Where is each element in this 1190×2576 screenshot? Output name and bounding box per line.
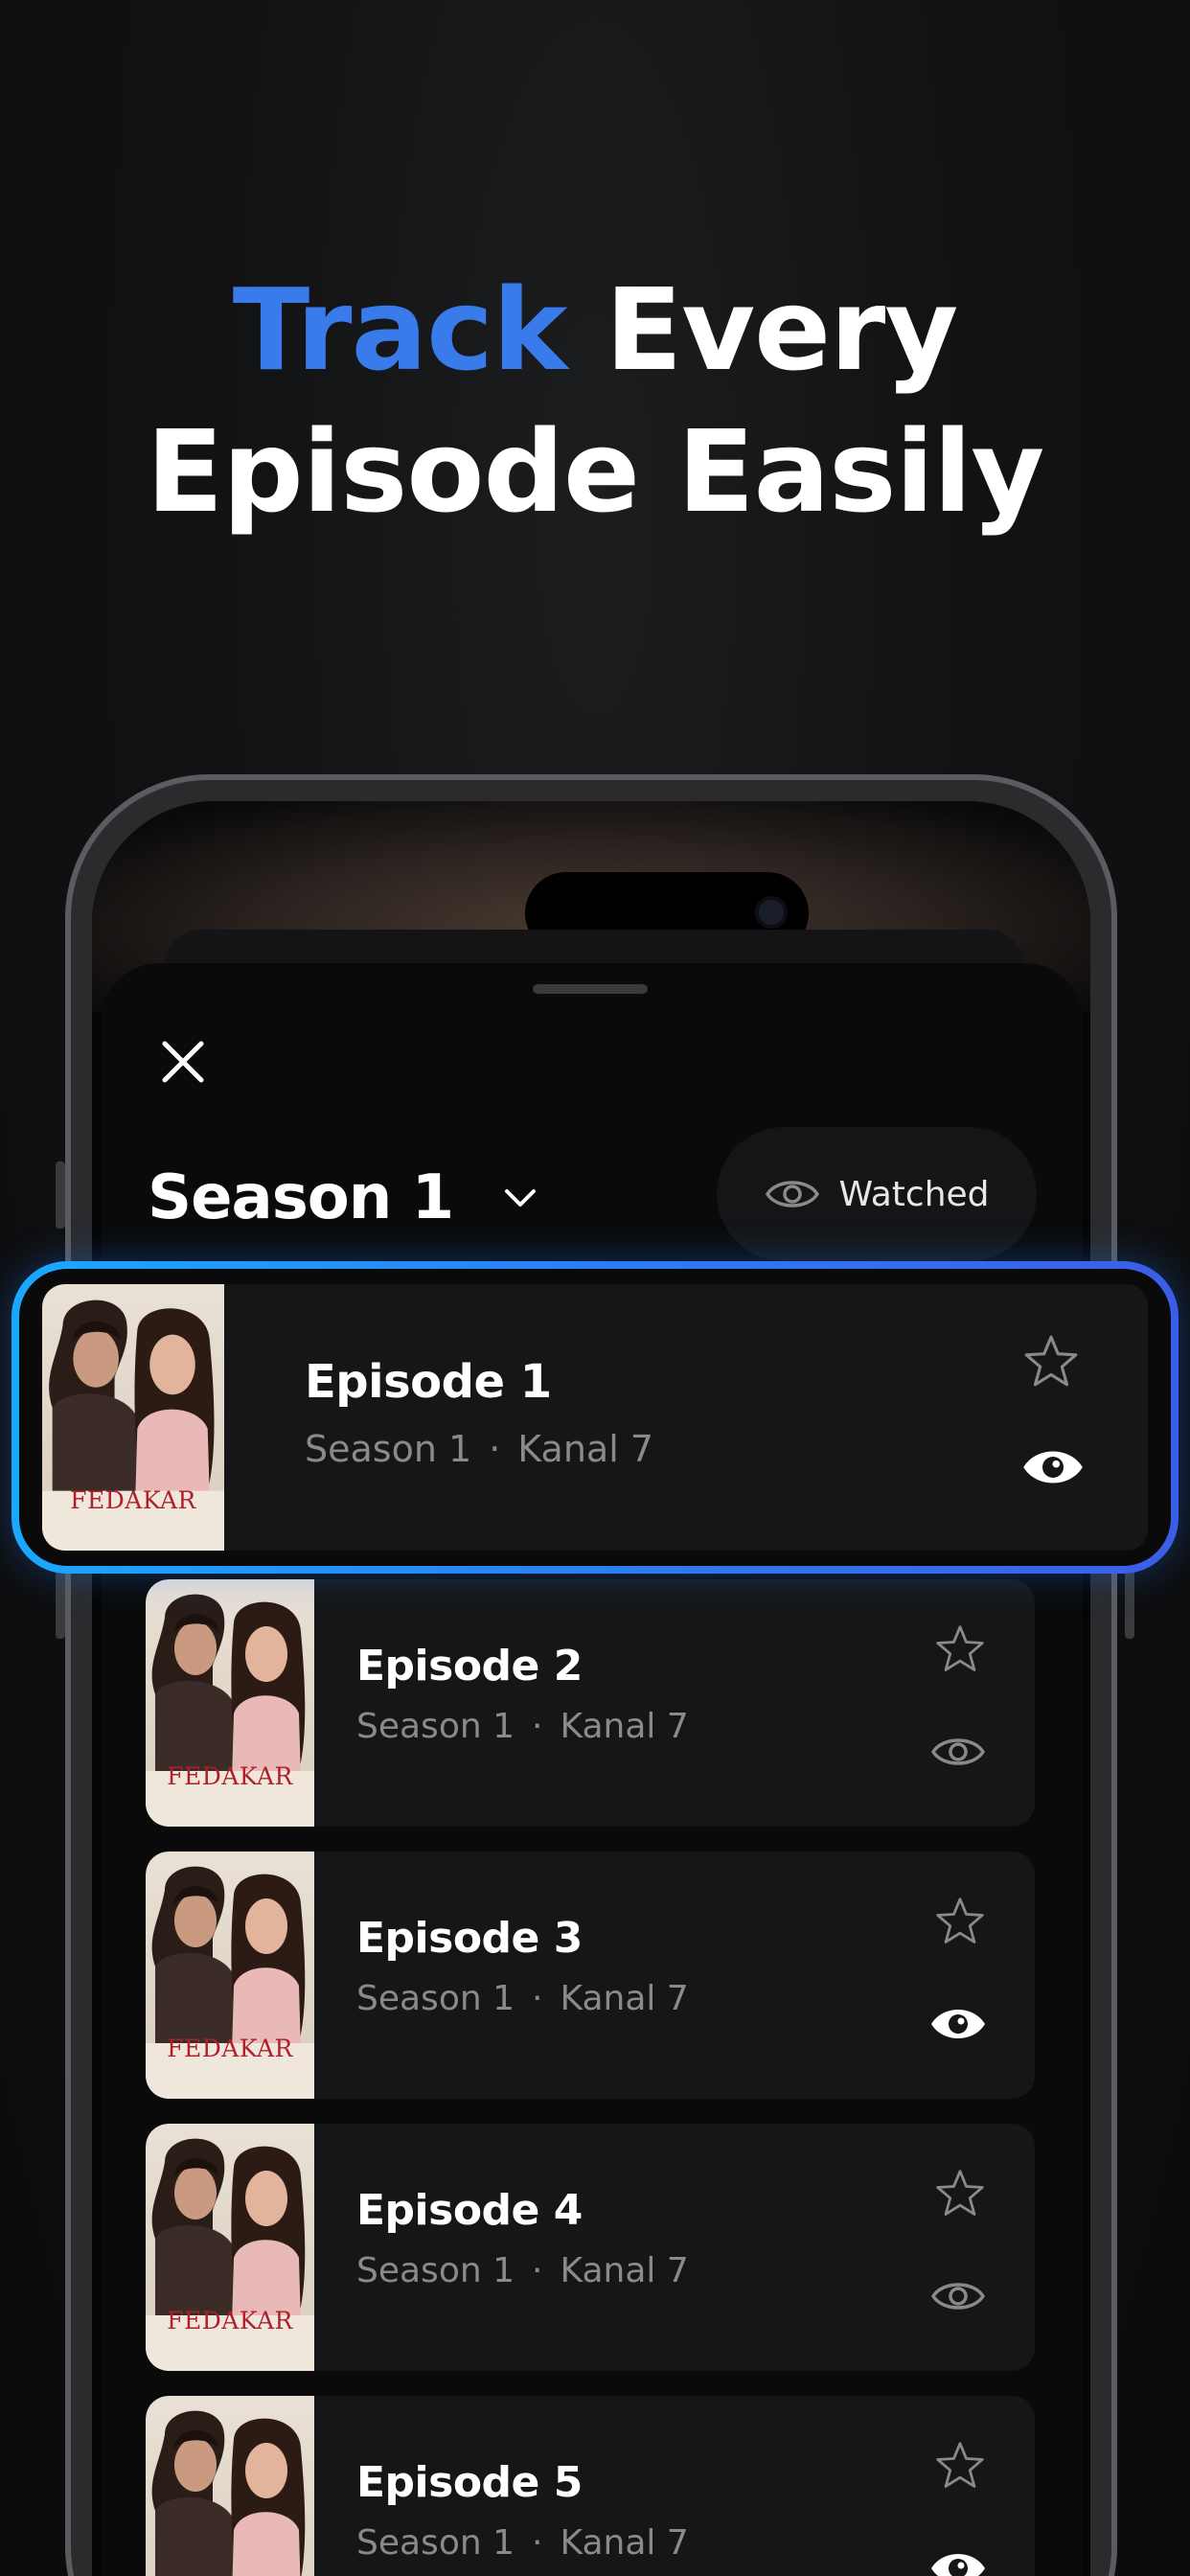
episode-subtitle: Season 1 · Kanal 7 bbox=[305, 1428, 653, 1470]
episode-title: Episode 4 bbox=[356, 2186, 583, 2235]
close-button[interactable] bbox=[149, 1028, 217, 1095]
episode-channel: Kanal 7 bbox=[560, 1979, 689, 2018]
episode-title: Episode 5 bbox=[356, 2458, 583, 2507]
favorite-button[interactable] bbox=[933, 2167, 987, 2220]
separator-dot: · bbox=[532, 2523, 543, 2563]
episode-subtitle: Season 1 · Kanal 7 bbox=[356, 2523, 689, 2563]
headline-line-1: Track Every bbox=[0, 259, 1190, 401]
headline-line-1-rest: Every bbox=[566, 264, 959, 396]
separator-dot: · bbox=[532, 2251, 543, 2290]
star-icon bbox=[936, 1625, 984, 1671]
eye-icon bbox=[766, 1181, 820, 1208]
episode-channel: Kanal 7 bbox=[517, 1428, 654, 1470]
watched-filter-label: Watched bbox=[838, 1174, 990, 1214]
episode-subtitle: Season 1 · Kanal 7 bbox=[356, 2251, 689, 2290]
episode-subtitle: Season 1 · Kanal 7 bbox=[356, 1707, 689, 1746]
episode-channel: Kanal 7 bbox=[560, 1707, 689, 1746]
episode-season: Season 1 bbox=[356, 2523, 515, 2563]
eye-outline-icon bbox=[930, 1738, 986, 1765]
episode-row[interactable]: FEDAKAR Episode 1 Season 1 · Kanal 7 bbox=[42, 1284, 1148, 1551]
episode-channel: Kanal 7 bbox=[560, 2251, 689, 2290]
episode-title: Episode 2 bbox=[356, 1642, 583, 1690]
eye-filled-icon bbox=[1023, 1451, 1083, 1484]
episode-title: Episode 3 bbox=[356, 1914, 583, 1963]
eye-filled-icon bbox=[931, 2010, 985, 2038]
poster-title: FEDAKAR bbox=[167, 1762, 293, 1790]
headline-line-2: Episode Easily bbox=[146, 405, 1045, 538]
separator-dot: · bbox=[532, 1979, 543, 2018]
camera-icon bbox=[755, 896, 788, 929]
poster-art bbox=[146, 2396, 314, 2576]
star-icon bbox=[936, 2170, 984, 2216]
episode-season: Season 1 bbox=[305, 1428, 472, 1470]
episode-thumbnail: FEDAKAR bbox=[42, 1284, 224, 1551]
highlighted-episode-frame: FEDAKAR Episode 1 Season 1 · Kanal 7 bbox=[11, 1261, 1179, 1574]
episode-row[interactable]: FEDAKAR Episode 3 Season 1 · Kanal 7 bbox=[146, 1852, 1035, 2099]
episode-season: Season 1 bbox=[356, 1707, 515, 1746]
separator-dot: · bbox=[489, 1428, 501, 1470]
favorite-button[interactable] bbox=[933, 1895, 987, 1948]
separator-dot: · bbox=[532, 1707, 543, 1746]
episode-subtitle: Season 1 · Kanal 7 bbox=[356, 1979, 689, 2018]
watched-toggle-button[interactable] bbox=[929, 1995, 987, 2053]
episode-row[interactable]: FEDAKAR Episode 2 Season 1 · Kanal 7 bbox=[146, 1579, 1035, 1827]
episode-thumbnail: FEDAKAR bbox=[146, 2124, 314, 2371]
headline-accent-word: Track bbox=[232, 264, 568, 396]
episode-season: Season 1 bbox=[356, 1979, 515, 2018]
eye-filled-icon bbox=[931, 2554, 985, 2576]
episode-row[interactable]: FEDAKAR Episode 5 Season 1 · Kanal 7 bbox=[146, 2396, 1035, 2576]
chevron-down-icon bbox=[505, 1189, 537, 1207]
close-icon bbox=[162, 1041, 204, 1083]
episode-thumbnail: FEDAKAR bbox=[146, 1852, 314, 2099]
promo-screen: Track Every Episode Easily Season 1 Watc… bbox=[0, 0, 1190, 2576]
highlight-inner: FEDAKAR Episode 1 Season 1 · Kanal 7 bbox=[19, 1269, 1171, 1566]
favorite-button[interactable] bbox=[1021, 1332, 1081, 1392]
watched-toggle-button[interactable] bbox=[929, 2267, 987, 2325]
star-icon bbox=[1024, 1335, 1078, 1387]
watched-filter-button[interactable]: Watched bbox=[717, 1127, 1037, 1261]
poster-title: FEDAKAR bbox=[167, 2035, 293, 2062]
star-icon bbox=[936, 1898, 984, 1944]
favorite-button[interactable] bbox=[933, 1622, 987, 1676]
eye-outline-icon bbox=[930, 2283, 986, 2310]
watched-toggle-button[interactable] bbox=[929, 2540, 987, 2576]
episode-season: Season 1 bbox=[356, 2251, 515, 2290]
headline: Track Every Episode Easily bbox=[0, 259, 1190, 542]
watched-toggle-button[interactable] bbox=[929, 1723, 987, 1781]
episode-channel: Kanal 7 bbox=[560, 2523, 689, 2563]
star-icon bbox=[936, 2442, 984, 2488]
sheet-grabber[interactable] bbox=[533, 984, 648, 994]
season-label: Season 1 bbox=[148, 1162, 454, 1233]
poster-title: FEDAKAR bbox=[167, 2307, 293, 2334]
episode-thumbnail: FEDAKAR bbox=[146, 1579, 314, 1827]
phone-side-button bbox=[56, 1162, 65, 1229]
season-selector[interactable]: Season 1 bbox=[148, 1150, 539, 1246]
episode-title: Episode 1 bbox=[305, 1355, 552, 1409]
watched-toggle-button[interactable] bbox=[1021, 1436, 1085, 1499]
episode-thumbnail: FEDAKAR bbox=[146, 2396, 314, 2576]
poster-title: FEDAKAR bbox=[70, 1486, 196, 1514]
episode-row[interactable]: FEDAKAR Episode 4 Season 1 · Kanal 7 bbox=[146, 2124, 1035, 2371]
favorite-button[interactable] bbox=[933, 2439, 987, 2493]
